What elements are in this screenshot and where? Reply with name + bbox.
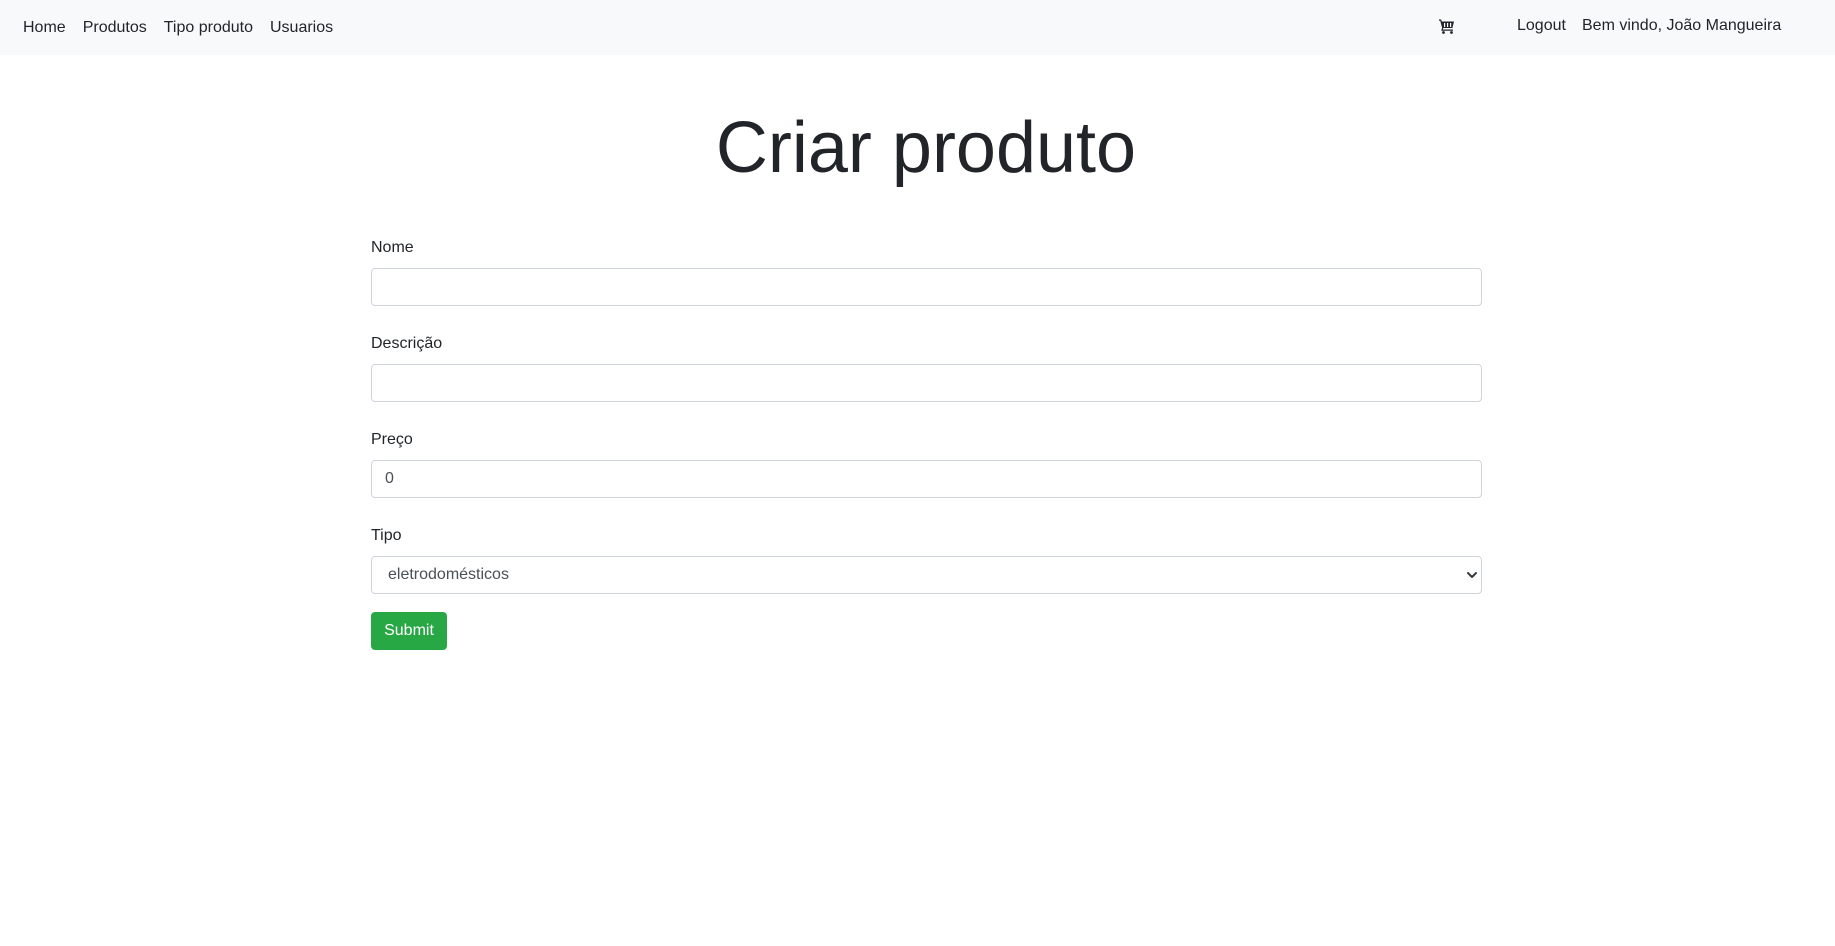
tipo-label: Tipo [371,527,402,544]
tipo-selected-value: eletrodomésticos [388,566,509,583]
create-product-form: Nome Descrição Preço Tipo eletrodoméstic… [371,238,1482,650]
tipo-select[interactable]: eletrodomésticos [371,556,1482,594]
submit-button[interactable]: Submit [371,612,447,650]
shopping-cart-icon-svg [1439,19,1454,34]
descricao-label: Descrição [371,335,443,352]
page-title: Criar produto [715,108,1137,188]
nav-user-area: Logout Bem vindo, João Mangueira [0,0,1835,55]
nome-input[interactable] [371,268,1482,306]
nome-label: Nome [371,239,414,256]
shopping-cart-icon[interactable] [1439,18,1455,34]
top-navbar: Home Produtos Tipo produto Usuarios Logo… [0,0,1835,55]
logout-link[interactable]: Logout [1517,17,1566,35]
preco-input[interactable] [371,460,1482,498]
preco-label: Preço [371,431,413,448]
welcome-text: Bem vindo, João Mangueira [1582,17,1782,34]
descricao-input[interactable] [371,364,1482,402]
chevron-down-icon [1467,572,1477,578]
